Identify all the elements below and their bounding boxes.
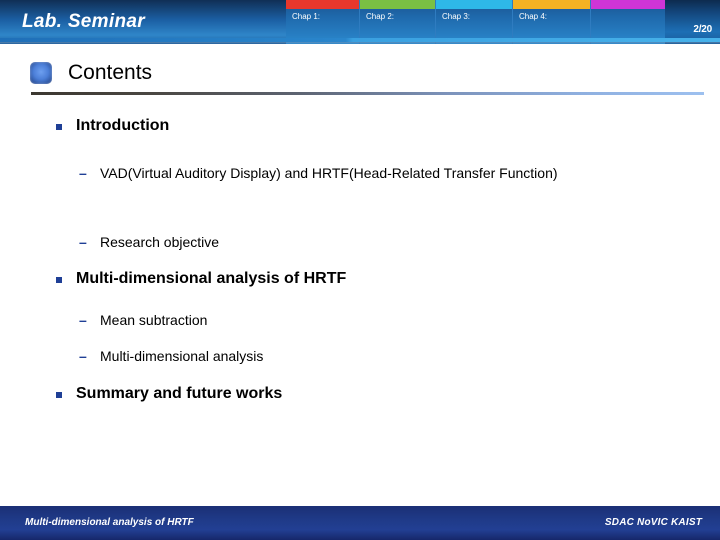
- square-bullet-icon: [56, 124, 62, 130]
- footer-organization-labels: SDAC NoVIC KAIST: [604, 517, 702, 528]
- header-divider-shadow: [0, 42, 720, 44]
- section-title-row: Contents: [30, 61, 152, 85]
- chapter-tab-3-color-bar: [436, 0, 512, 9]
- dash-bullet-icon: –: [79, 312, 87, 328]
- page-number-indicator: 2/20: [693, 24, 712, 35]
- list-item-label: Multi-dimensional analysis of HRTF: [76, 270, 347, 287]
- list-item-label: VAD(Virtual Auditory Display) and HRTF(H…: [100, 165, 558, 181]
- list-item: Summary and future works: [0, 386, 720, 402]
- list-item-label: Multi-dimensional analysis: [100, 348, 264, 364]
- list-item: Multi-dimensional analysis of HRTF: [0, 271, 720, 287]
- dash-bullet-icon: –: [79, 165, 87, 181]
- page-title: Contents: [68, 61, 153, 84]
- list-item: Introduction: [0, 118, 720, 134]
- chapter-tab-2-color-bar: [360, 0, 435, 9]
- dash-bullet-icon: –: [79, 234, 87, 250]
- section-title-underline: [31, 92, 704, 95]
- chapter-tab-1-label: Chap 1:: [292, 12, 321, 21]
- list-item: – VAD(Virtual Auditory Display) and HRTF(…: [0, 163, 720, 184]
- square-bullet-icon: [56, 277, 62, 283]
- list-item-label: Mean subtraction: [100, 312, 208, 328]
- slide-header-title: Lab. Seminar: [22, 11, 145, 32]
- list-item: – Research objective: [0, 232, 720, 253]
- square-bullet-icon: [56, 392, 62, 398]
- list-item-label: Summary and future works: [76, 385, 283, 402]
- list-item: – Mean subtraction: [0, 310, 720, 331]
- list-item-label: Introduction: [76, 117, 170, 134]
- slide-footer: Multi-dimensional analysis of HRTF SDAC …: [0, 506, 720, 540]
- list-item-label: Research objective: [100, 234, 220, 250]
- blue-rounded-square-icon: [30, 62, 52, 84]
- slide-header: Lab. Seminar Chap 1: Chap 2: Chap 3: Chap 4…: [0, 0, 720, 44]
- list-item: – Multi-dimensional analysis: [0, 346, 720, 367]
- chapter-tab-4-color-bar: [513, 0, 590, 9]
- dash-bullet-icon: –: [79, 348, 87, 364]
- chapter-tab-5-color-bar: [591, 0, 665, 9]
- footer-presentation-title: Multi-dimensional analysis of HRTF: [25, 517, 194, 528]
- chapter-tab-4-label: Chap 4:: [519, 12, 548, 21]
- chapter-tab-1-color-bar: [286, 0, 359, 9]
- chapter-tab-2-label: Chap 2:: [366, 12, 395, 21]
- chapter-tab-3-label: Chap 3:: [442, 12, 471, 21]
